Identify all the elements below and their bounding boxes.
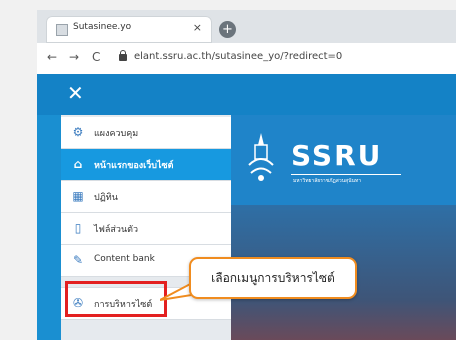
sidebar-item-label: Content bank xyxy=(94,254,155,264)
top-navbar: ✕ xyxy=(37,74,456,115)
university-emblem-icon xyxy=(248,133,274,181)
sidebar-item-private-files[interactable]: ▯ ไฟล์ส่วนตัว xyxy=(61,213,231,245)
forward-button[interactable]: → xyxy=(69,50,79,64)
main-content: SSRU มหาวิทยาลัยราชภัฏสวนสุนันทา xyxy=(231,115,456,340)
tab-title: Sutasinee.yo xyxy=(73,22,132,32)
sidebar-item-label: แผงควบคุม xyxy=(94,129,139,139)
pencil-icon: ✎ xyxy=(72,253,84,267)
browser-tab[interactable]: Sutasinee.yo × xyxy=(46,16,212,43)
sidebar-item-label: ปฏิทิน xyxy=(94,193,118,203)
tab-close-icon[interactable]: × xyxy=(193,21,202,34)
lock-icon xyxy=(119,50,127,61)
address-bar[interactable]: elant.ssru.ac.th/sutasinee_yo/?redirect=… xyxy=(134,51,342,62)
close-drawer-button[interactable]: ✕ xyxy=(67,81,84,105)
ssru-logo-subtitle: มหาวิทยาลัยราชภัฏสวนสุนันทา xyxy=(293,178,362,184)
favicon-icon xyxy=(56,24,68,36)
sidebar-item-label: หน้าแรกของเว็บไซต์ xyxy=(94,161,174,171)
calendar-icon: ▦ xyxy=(72,189,84,203)
site-banner: SSRU มหาวิทยาลัยราชภัฏสวนสุนันทา xyxy=(231,115,456,205)
logo-divider xyxy=(291,174,401,175)
highlight-box xyxy=(65,281,167,317)
callout-text: เลือกเมนูการบริหารไซต์ xyxy=(211,271,335,285)
new-tab-button[interactable]: + xyxy=(219,21,236,38)
reload-button[interactable]: C xyxy=(92,50,100,64)
ssru-logo-text: SSRU xyxy=(291,139,383,172)
sidebar-item-home[interactable]: ⌂ หน้าแรกของเว็บไซต์ xyxy=(61,149,231,181)
tab-bar: Sutasinee.yo × + xyxy=(37,10,456,43)
sidebar-item-label: ไฟล์ส่วนตัว xyxy=(94,225,139,235)
instruction-callout: เลือกเมนูการบริหารไซต์ xyxy=(189,257,357,299)
address-row: ← → C elant.ssru.ac.th/sutasinee_yo/?red… xyxy=(37,43,456,75)
back-button[interactable]: ← xyxy=(47,50,57,64)
home-icon: ⌂ xyxy=(73,157,83,171)
sidebar-item-calendar[interactable]: ▦ ปฏิทิน xyxy=(61,181,231,213)
sidebar-item-dashboard[interactable]: ⚙ แผงควบคุม xyxy=(61,117,231,149)
file-icon: ▯ xyxy=(74,221,82,235)
dashboard-icon: ⚙ xyxy=(72,125,84,139)
